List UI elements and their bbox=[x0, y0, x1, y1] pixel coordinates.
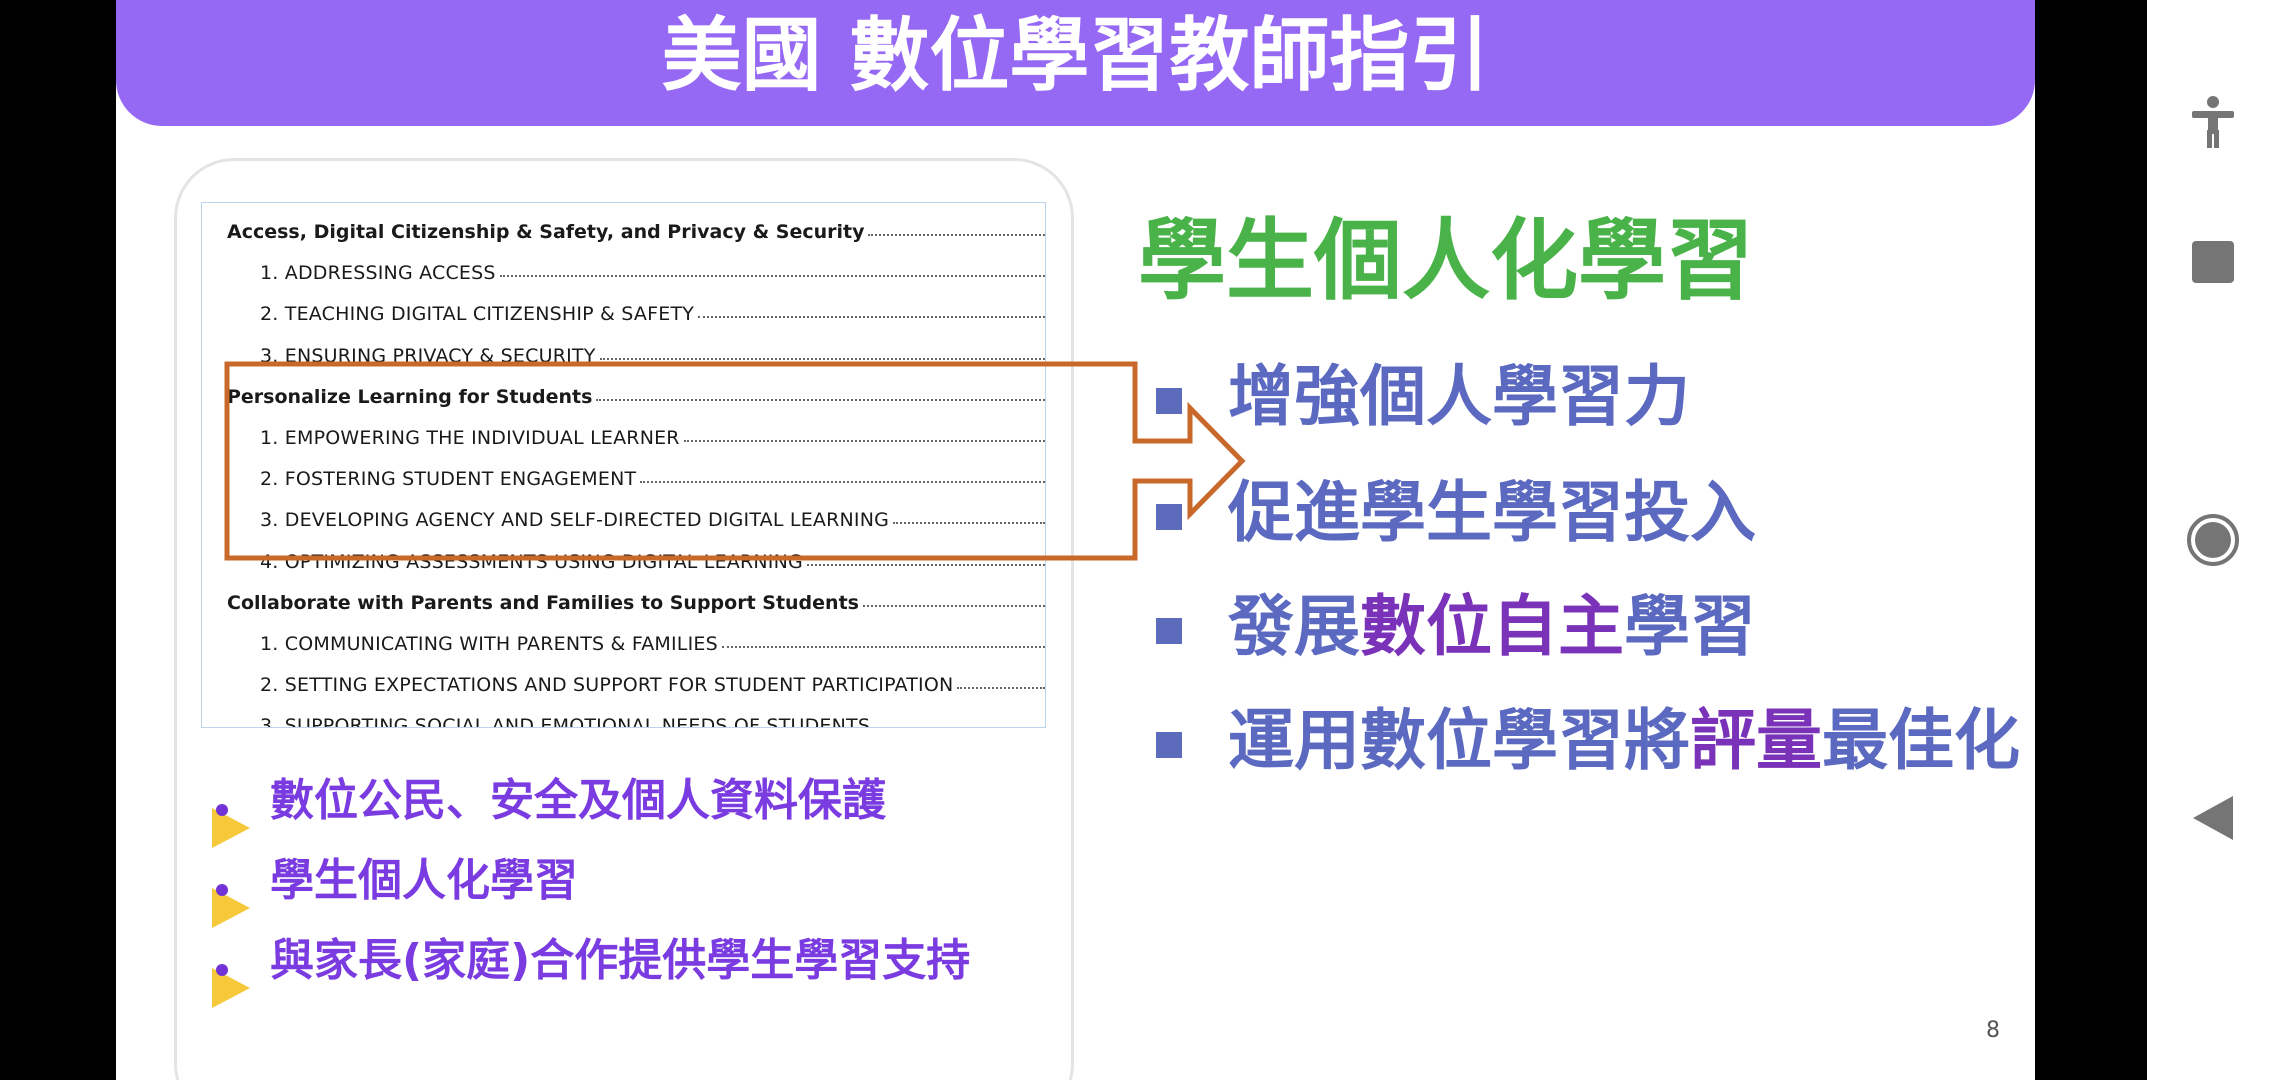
toc-label: Collaborate with Parents and Families to… bbox=[227, 591, 859, 614]
point-item: 增強個人學習力 bbox=[1136, 352, 2016, 442]
back-triangle-icon bbox=[2193, 796, 2233, 840]
back-button[interactable] bbox=[2183, 788, 2243, 848]
page-number: 8 bbox=[1986, 1018, 2000, 1043]
point-text: 發展數位自主學習 bbox=[1228, 582, 1756, 672]
square-bullet-icon bbox=[1156, 732, 1182, 758]
point-text-part: 學習 bbox=[1624, 588, 1756, 665]
toc-leader-dots bbox=[721, 646, 1045, 648]
toc-item: 1. COMMUNICATING WITH PARENTS & FAMILIES bbox=[202, 615, 1045, 655]
bullet-text: 數位公民、安全及個人資料保護 bbox=[270, 775, 886, 826]
toc-leader-dots bbox=[499, 275, 1045, 278]
toc-leader-dots bbox=[957, 687, 1045, 690]
dot-bullet-icon bbox=[216, 964, 228, 976]
point-item: 運用數位學習將評量最佳化 bbox=[1136, 696, 2020, 786]
toc-label: 2. SETTING EXPECTATIONS AND SUPPORT FOR … bbox=[260, 674, 954, 697]
screen: 美國 數位學習教師指引 Access, Digital Citizenship … bbox=[0, 0, 2280, 1080]
square-stop-icon bbox=[2192, 241, 2234, 283]
system-nav-bar bbox=[2147, 0, 2280, 1080]
square-bullet-icon bbox=[1156, 504, 1182, 530]
point-text-part: 增強個人學習力 bbox=[1228, 358, 1690, 435]
bullet-item: 與家長(家庭)合作提供學生學習支持 bbox=[212, 930, 1072, 1010]
toc-label: Access, Digital Citizenship & Safety, an… bbox=[227, 221, 865, 243]
toc-item: 2. TEACHING DIGITAL CITIZENSHIP & SAFETY bbox=[202, 285, 1045, 325]
toc-leader-dots bbox=[868, 234, 1045, 236]
accessibility-button[interactable] bbox=[2183, 92, 2243, 152]
toc-heading: Collaborate with Parents and Families to… bbox=[202, 574, 1045, 614]
point-item: 發展數位自主學習 bbox=[1136, 582, 2016, 672]
highlight-arrow-outline bbox=[224, 361, 1246, 561]
slide-title: 美國 數位學習教師指引 bbox=[661, 9, 1490, 102]
bullet-item: 學生個人化學習 bbox=[212, 850, 1072, 930]
toc-item: 2. SETTING EXPECTATIONS AND SUPPORT FOR … bbox=[202, 656, 1045, 696]
accessibility-icon bbox=[2192, 96, 2234, 148]
home-button[interactable] bbox=[2183, 510, 2243, 570]
toc-leader-dots bbox=[698, 316, 1045, 319]
toc-item: 3. SUPPORTING SOCIAL AND EMOTIONAL NEEDS… bbox=[202, 697, 1045, 728]
point-text-part: 發展 bbox=[1228, 588, 1360, 665]
right-heading: 學生個人化學習 bbox=[1138, 209, 1755, 312]
bullet-item: 數位公民、安全及個人資料保護 bbox=[212, 770, 1072, 850]
point-text: 運用數位學習將評量最佳化 bbox=[1228, 696, 2020, 786]
point-text-part: 最佳化 bbox=[1822, 702, 2020, 779]
toc-label: 1. ADDRESSING ACCESS bbox=[260, 262, 496, 285]
point-text-part: 評量 bbox=[1690, 702, 1822, 779]
point-text: 促進學生學習投入 bbox=[1228, 468, 1756, 558]
toc-item: 1. ADDRESSING ACCESS bbox=[202, 244, 1045, 284]
square-bullet-icon bbox=[1156, 388, 1182, 414]
point-item: 促進學生學習投入 bbox=[1136, 468, 2016, 558]
point-text: 增強個人學習力 bbox=[1228, 352, 1690, 442]
toc-heading: Access, Digital Citizenship & Safety, an… bbox=[202, 203, 1045, 243]
dot-bullet-icon bbox=[216, 884, 228, 896]
dot-bullet-icon bbox=[216, 804, 228, 816]
recents-button[interactable] bbox=[2183, 232, 2243, 292]
home-circle-icon bbox=[2187, 514, 2239, 566]
bullet-text: 學生個人化學習 bbox=[270, 855, 578, 906]
point-text-part: 促進學生學習投入 bbox=[1228, 474, 1756, 551]
bullet-text: 與家長(家庭)合作提供學生學習支持 bbox=[270, 935, 971, 986]
toc-label: 1. COMMUNICATING WITH PARENTS & FAMILIES bbox=[260, 633, 718, 655]
point-text-part: 數位自主 bbox=[1360, 588, 1624, 665]
square-bullet-icon bbox=[1156, 618, 1182, 644]
title-bar: 美國 數位學習教師指引 bbox=[116, 0, 2035, 126]
toc-leader-dots bbox=[862, 604, 1045, 607]
toc-label: 3. SUPPORTING SOCIAL AND EMOTIONAL NEEDS… bbox=[260, 715, 871, 728]
point-text-part: 運用數位學習將 bbox=[1228, 702, 1690, 779]
toc-label: 2. TEACHING DIGITAL CITIZENSHIP & SAFETY bbox=[260, 303, 695, 326]
slide: 美國 數位學習教師指引 Access, Digital Citizenship … bbox=[116, 0, 2035, 1080]
